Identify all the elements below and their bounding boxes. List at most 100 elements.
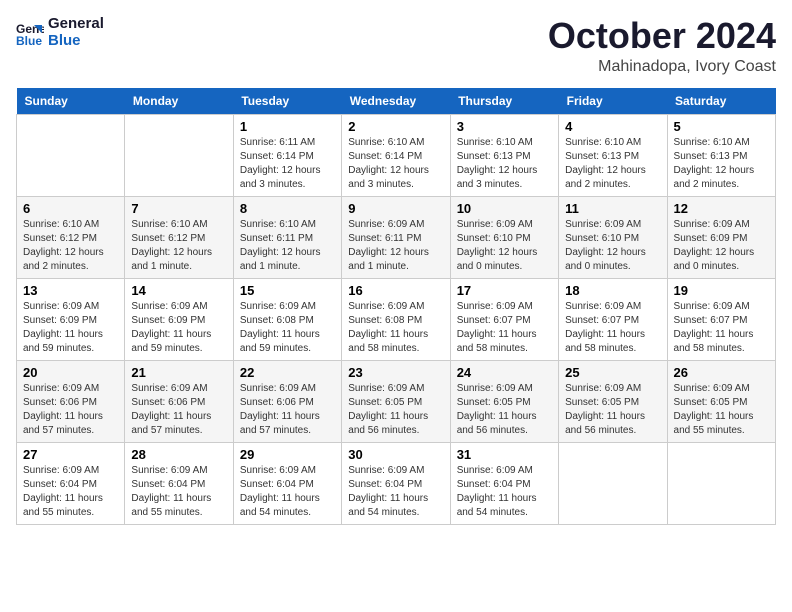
day-number: 4 [565,119,660,134]
day-number: 7 [131,201,226,216]
day-number: 11 [565,201,660,216]
week-row-2: 6Sunrise: 6:10 AM Sunset: 6:12 PM Daylig… [17,196,776,278]
day-cell: 17 Sunrise: 6:09 AM Sunset: 6:07 PM Dayli… [450,278,558,360]
day-cell [17,114,125,196]
day-info: Sunrise: 6:09 AM Sunset: 6:04 PM Dayligh… [348,464,443,520]
logo-icon: General Blue [16,19,44,47]
day-number: 31 [457,447,552,462]
day-cell: 27Sunrise: 6:09 AM Sunset: 6:04 PM Dayli… [17,442,125,524]
day-number: 20 [23,365,118,380]
day-info: Sunrise: 6:09 AM Sunset: 6:04 PM Dayligh… [240,464,335,520]
day-cell: 1 Sunrise: 6:11 AM Sunset: 6:14 PM Daylig… [233,114,341,196]
day-info: Sunrise: 6:09 AM Sunset: 6:04 PM Dayligh… [131,464,226,520]
week-row-3: 13Sunrise: 6:09 AM Sunset: 6:09 PM Dayli… [17,278,776,360]
day-number: 3 [457,119,552,134]
header-thursday: Thursday [450,88,558,115]
day-number: 19 [674,283,769,298]
day-cell: 3 Sunrise: 6:10 AM Sunset: 6:13 PM Daylig… [450,114,558,196]
day-number: 8 [240,201,335,216]
header-sunday: Sunday [17,88,125,115]
day-number: 5 [674,119,769,134]
day-cell: 29 Sunrise: 6:09 AM Sunset: 6:04 PM Dayli… [233,442,341,524]
day-info: Sunrise: 6:09 AM Sunset: 6:06 PM Dayligh… [23,382,118,438]
day-info: Sunrise: 6:09 AM Sunset: 6:07 PM Dayligh… [565,300,660,356]
day-cell: 10 Sunrise: 6:09 AM Sunset: 6:10 PM Dayli… [450,196,558,278]
day-number: 21 [131,365,226,380]
day-cell [125,114,233,196]
week-row-5: 27Sunrise: 6:09 AM Sunset: 6:04 PM Dayli… [17,442,776,524]
day-info: Sunrise: 6:09 AM Sunset: 6:05 PM Dayligh… [457,382,552,438]
day-info: Sunrise: 6:09 AM Sunset: 6:06 PM Dayligh… [240,382,335,438]
day-cell: 8 Sunrise: 6:10 AM Sunset: 6:11 PM Daylig… [233,196,341,278]
day-cell: 25Sunrise: 6:09 AM Sunset: 6:05 PM Dayli… [559,360,667,442]
calendar-table: SundayMondayTuesdayWednesdayThursdayFrid… [16,88,776,525]
calendar-header: SundayMondayTuesdayWednesdayThursdayFrid… [17,88,776,115]
day-number: 15 [240,283,335,298]
day-info: Sunrise: 6:10 AM Sunset: 6:11 PM Dayligh… [240,218,335,274]
day-number: 9 [348,201,443,216]
day-number: 30 [348,447,443,462]
title-area: October 2024 Mahinadopa, Ivory Coast [548,16,776,76]
day-info: Sunrise: 6:09 AM Sunset: 6:04 PM Dayligh… [457,464,552,520]
day-number: 6 [23,201,118,216]
day-info: Sunrise: 6:11 AM Sunset: 6:14 PM Dayligh… [240,136,335,192]
day-number: 1 [240,119,335,134]
day-cell: 28 Sunrise: 6:09 AM Sunset: 6:04 PM Dayli… [125,442,233,524]
day-cell: 23 Sunrise: 6:09 AM Sunset: 6:05 PM Dayli… [342,360,450,442]
day-info: Sunrise: 6:09 AM Sunset: 6:09 PM Dayligh… [674,218,769,274]
day-number: 22 [240,365,335,380]
day-cell: 4Sunrise: 6:10 AM Sunset: 6:13 PM Daylig… [559,114,667,196]
logo: General Blue General Blue [16,16,104,49]
day-number: 12 [674,201,769,216]
day-cell [559,442,667,524]
day-number: 10 [457,201,552,216]
day-cell: 24 Sunrise: 6:09 AM Sunset: 6:05 PM Dayli… [450,360,558,442]
day-info: Sunrise: 6:10 AM Sunset: 6:13 PM Dayligh… [457,136,552,192]
header-friday: Friday [559,88,667,115]
day-info: Sunrise: 6:09 AM Sunset: 6:10 PM Dayligh… [457,218,552,274]
day-cell: 7Sunrise: 6:10 AM Sunset: 6:12 PM Daylig… [125,196,233,278]
day-number: 23 [348,365,443,380]
day-info: Sunrise: 6:09 AM Sunset: 6:09 PM Dayligh… [131,300,226,356]
day-info: Sunrise: 6:09 AM Sunset: 6:05 PM Dayligh… [348,382,443,438]
day-cell: 21 Sunrise: 6:09 AM Sunset: 6:06 PM Dayli… [125,360,233,442]
day-info: Sunrise: 6:09 AM Sunset: 6:05 PM Dayligh… [674,382,769,438]
day-cell: 16 Sunrise: 6:09 AM Sunset: 6:08 PM Dayli… [342,278,450,360]
day-cell: 26 Sunrise: 6:09 AM Sunset: 6:05 PM Dayli… [667,360,775,442]
day-number: 2 [348,119,443,134]
day-cell: 22 Sunrise: 6:09 AM Sunset: 6:06 PM Dayli… [233,360,341,442]
logo-line1: General [48,16,104,33]
day-cell: 5Sunrise: 6:10 AM Sunset: 6:13 PM Daylig… [667,114,775,196]
day-cell: 12 Sunrise: 6:09 AM Sunset: 6:09 PM Dayli… [667,196,775,278]
day-number: 16 [348,283,443,298]
week-row-1: 1 Sunrise: 6:11 AM Sunset: 6:14 PM Daylig… [17,114,776,196]
day-info: Sunrise: 6:10 AM Sunset: 6:14 PM Dayligh… [348,136,443,192]
day-cell: 20 Sunrise: 6:09 AM Sunset: 6:06 PM Dayli… [17,360,125,442]
day-cell: 11 Sunrise: 6:09 AM Sunset: 6:10 PM Dayli… [559,196,667,278]
day-cell: 15 Sunrise: 6:09 AM Sunset: 6:08 PM Dayli… [233,278,341,360]
day-cell [667,442,775,524]
month-title: October 2024 [548,16,776,56]
day-info: Sunrise: 6:09 AM Sunset: 6:08 PM Dayligh… [348,300,443,356]
day-number: 28 [131,447,226,462]
header-monday: Monday [125,88,233,115]
day-info: Sunrise: 6:09 AM Sunset: 6:06 PM Dayligh… [131,382,226,438]
header-saturday: Saturday [667,88,775,115]
day-number: 24 [457,365,552,380]
day-info: Sunrise: 6:09 AM Sunset: 6:07 PM Dayligh… [457,300,552,356]
day-number: 26 [674,365,769,380]
week-row-4: 20 Sunrise: 6:09 AM Sunset: 6:06 PM Dayli… [17,360,776,442]
day-number: 29 [240,447,335,462]
day-number: 25 [565,365,660,380]
svg-text:Blue: Blue [16,34,42,47]
day-cell: 18Sunrise: 6:09 AM Sunset: 6:07 PM Dayli… [559,278,667,360]
day-info: Sunrise: 6:09 AM Sunset: 6:11 PM Dayligh… [348,218,443,274]
day-info: Sunrise: 6:09 AM Sunset: 6:08 PM Dayligh… [240,300,335,356]
day-info: Sunrise: 6:09 AM Sunset: 6:09 PM Dayligh… [23,300,118,356]
day-number: 17 [457,283,552,298]
logo-line2: Blue [48,33,104,50]
header: General Blue General Blue October 2024 M… [16,16,776,76]
day-cell: 9 Sunrise: 6:09 AM Sunset: 6:11 PM Daylig… [342,196,450,278]
day-info: Sunrise: 6:09 AM Sunset: 6:10 PM Dayligh… [565,218,660,274]
day-cell: 2 Sunrise: 6:10 AM Sunset: 6:14 PM Daylig… [342,114,450,196]
